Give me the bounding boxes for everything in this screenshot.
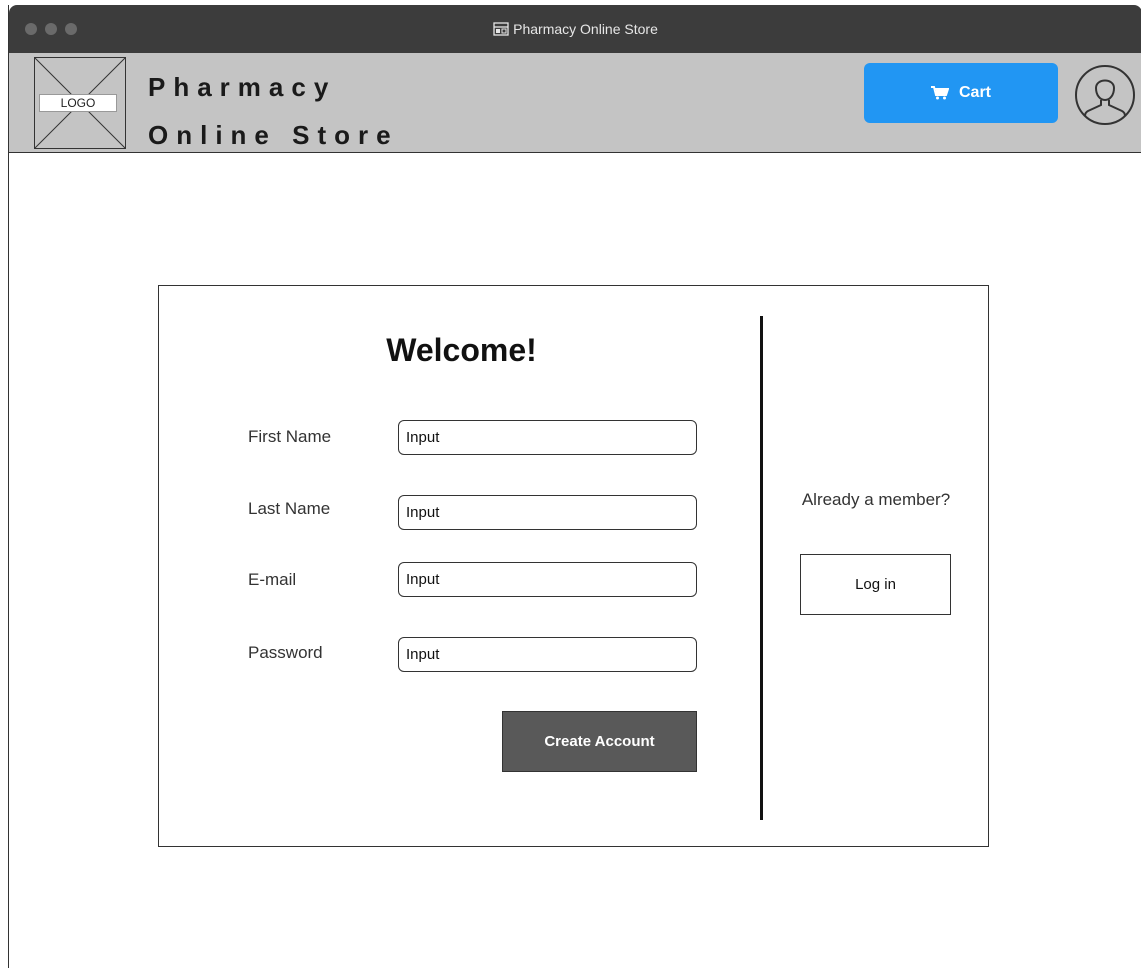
cart-button[interactable]: Cart bbox=[864, 63, 1058, 123]
first-name-input[interactable]: Input bbox=[398, 420, 697, 455]
logo-label: LOGO bbox=[39, 94, 117, 112]
member-prompt: Already a member? bbox=[801, 490, 951, 509]
cart-label: Cart bbox=[958, 84, 991, 101]
cart-icon bbox=[930, 86, 949, 100]
welcome-heading: Welcome! bbox=[386, 332, 537, 368]
logo[interactable]: LOGO bbox=[34, 57, 126, 149]
vertical-divider bbox=[760, 316, 763, 820]
login-button[interactable]: Log in bbox=[800, 554, 951, 615]
password-input[interactable]: Input bbox=[398, 637, 697, 672]
email-input[interactable]: Input bbox=[398, 562, 697, 597]
last-name-input[interactable]: Input bbox=[398, 495, 697, 530]
title-bar: Pharmacy Online Store bbox=[9, 5, 1141, 53]
first-name-label: First Name bbox=[248, 427, 332, 446]
browser-window: Pharmacy Online Store LOGO Pharmacy Onli… bbox=[8, 5, 1141, 968]
brand-line-1: Pharmacy bbox=[148, 72, 337, 102]
create-account-button[interactable]: Create Account bbox=[502, 711, 697, 772]
last-name-label: Last Name bbox=[248, 499, 331, 518]
window-app-icon bbox=[493, 22, 509, 36]
window-title-wrap: Pharmacy Online Store bbox=[9, 5, 1141, 53]
signup-card: Welcome! First Name Input Last Name Inpu… bbox=[158, 285, 989, 847]
brand-name: Pharmacy Online Store bbox=[148, 63, 399, 159]
window-title: Pharmacy Online Store bbox=[513, 21, 658, 37]
password-label: Password bbox=[248, 643, 323, 662]
email-label: E-mail bbox=[248, 570, 297, 589]
user-avatar-icon[interactable] bbox=[1074, 64, 1136, 126]
site-header: LOGO Pharmacy Online Store Cart bbox=[9, 53, 1141, 153]
brand-line-2: Online Store bbox=[148, 120, 399, 150]
